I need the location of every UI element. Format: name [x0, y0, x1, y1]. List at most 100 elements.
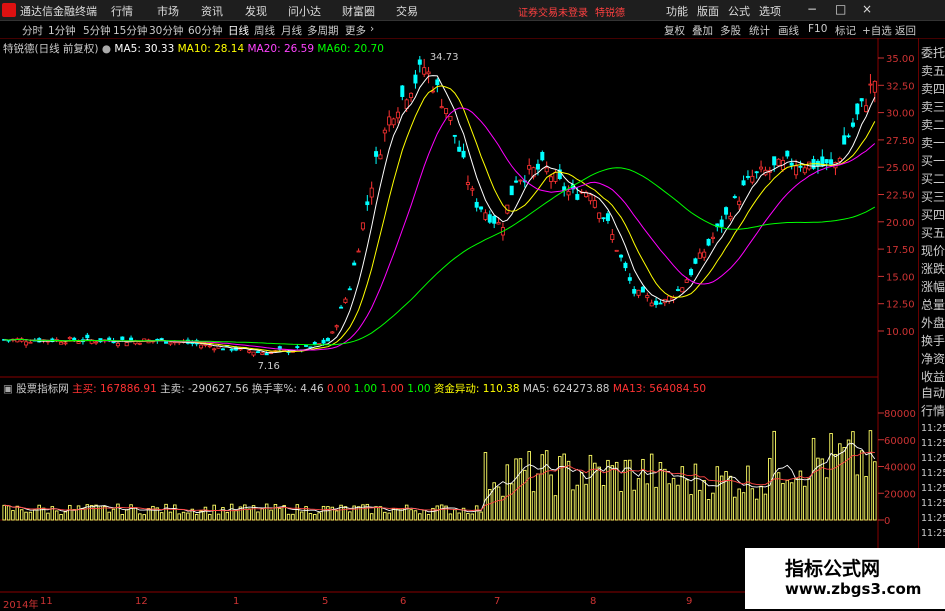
volume-bar — [873, 461, 877, 521]
candle-body — [689, 269, 694, 276]
candle-body — [470, 188, 475, 191]
volume-bar — [750, 488, 755, 521]
panel-item[interactable]: 行情 — [921, 404, 945, 418]
panel-item: 买一 — [921, 154, 945, 168]
indicator-square-icon: ▣ — [3, 383, 13, 395]
panel-item: 买四 — [921, 208, 945, 222]
candle-body — [413, 74, 418, 84]
volume-bar — [859, 450, 864, 521]
volume-bar — [343, 506, 348, 521]
vol-ma5-line — [4, 443, 876, 514]
price-tick-label: 20.00 — [886, 218, 915, 229]
volume-bar — [186, 512, 190, 521]
volume-bar — [334, 510, 339, 521]
candle-body — [745, 176, 750, 178]
candle-body — [352, 262, 357, 266]
volume-bar — [693, 463, 698, 521]
kline-chart[interactable]: 35.00 32.50 30.00 27.50 25.00 22.50 20.00 17.50… — [0, 0, 945, 609]
candle-body — [321, 339, 326, 344]
vol-ma13-value: MA13: 564084.50 — [612, 383, 707, 395]
candle-body — [654, 300, 659, 305]
volume-bar — [724, 471, 728, 521]
price-tick-label: 15.00 — [886, 272, 915, 283]
candle-body — [369, 187, 374, 198]
volume-bar — [518, 458, 523, 521]
volume-bar — [15, 505, 20, 521]
panel-item: 卖一 — [921, 136, 945, 150]
price-tick-label: 25.00 — [886, 163, 915, 174]
candle-body — [623, 262, 628, 269]
volume-bar — [711, 492, 715, 521]
volume-bar — [698, 489, 702, 521]
panel-item: 外盘 — [921, 316, 945, 330]
watermark: 指标公式网 www.zbgs3.com — [745, 548, 945, 609]
volume-bar — [396, 508, 400, 521]
panel-item: 收益 — [921, 370, 945, 384]
volume-bar — [864, 476, 868, 521]
volume-bar — [68, 504, 72, 521]
panel-item: 净资 — [921, 352, 945, 366]
volume-bar — [706, 499, 711, 521]
panel-item[interactable]: 自动 — [921, 386, 945, 400]
volume-bar — [264, 503, 269, 521]
candle-body — [400, 85, 405, 97]
volume-bar — [601, 485, 606, 521]
candle-body — [24, 341, 29, 346]
volume-bar — [571, 489, 575, 521]
volume-bar — [649, 453, 654, 521]
candle-body — [868, 83, 873, 86]
candle-body — [137, 342, 142, 345]
candle-body — [487, 214, 492, 223]
volume-bar — [483, 452, 488, 521]
volume-bar — [733, 496, 737, 521]
ratio2: 1.00 — [353, 383, 378, 395]
candle-body — [207, 345, 212, 348]
candle-body — [588, 194, 593, 202]
panel-item[interactable]: 委托 — [921, 46, 945, 60]
volume-bar — [824, 477, 829, 521]
candle-body — [527, 165, 532, 170]
vol-ma5-value: MA5: 624273.88 — [522, 383, 610, 395]
volume-bar — [422, 509, 426, 521]
candle-body — [535, 163, 540, 170]
volume-bar — [684, 479, 689, 521]
candle-body — [124, 342, 129, 347]
date-label: 7 — [494, 596, 501, 607]
candle-body — [417, 59, 422, 65]
price-tick-label: 27.50 — [886, 136, 915, 147]
candle-body — [391, 118, 396, 126]
watermark-url: www.zbgs3.com — [785, 580, 922, 598]
price-tick-label: 10.00 — [886, 327, 915, 338]
volume-bar — [426, 514, 431, 521]
candle-body — [260, 352, 265, 355]
volume-bar — [588, 454, 593, 521]
volume-bar — [54, 510, 59, 521]
volume-bar — [103, 505, 107, 521]
volume-bar — [63, 511, 68, 521]
quote-side-panel: 委托 卖五 卖四 卖三 卖二 卖一 买一 买二 买三 买四 买五 现价 涨跌 涨… — [918, 38, 945, 608]
zijin-value: 资金异动: 110.38 — [433, 383, 520, 395]
volume-bar — [807, 478, 811, 521]
candle-body — [610, 234, 615, 241]
candle-body — [129, 337, 134, 341]
volume-bar — [243, 504, 247, 521]
candle-body — [540, 151, 545, 161]
volume-bar — [527, 451, 531, 521]
volume-bar — [645, 483, 650, 521]
watermark-title: 指标公式网 — [785, 558, 881, 580]
volume-bar — [776, 472, 781, 521]
min-price-label: 7.16 — [258, 361, 280, 372]
volume-bar — [715, 466, 720, 521]
volume-bar — [479, 511, 483, 521]
volume-bar — [404, 504, 409, 521]
candle-body — [842, 135, 847, 145]
volume-bar — [579, 472, 584, 521]
candle-body — [592, 200, 597, 208]
volume-bar — [470, 513, 475, 521]
vol-tick-label: 60000 — [884, 436, 916, 447]
volume-bar — [737, 488, 741, 521]
candle-body — [824, 159, 829, 164]
candle-body — [575, 194, 580, 200]
candle-body — [640, 286, 645, 293]
date-label: 6 — [400, 596, 407, 607]
